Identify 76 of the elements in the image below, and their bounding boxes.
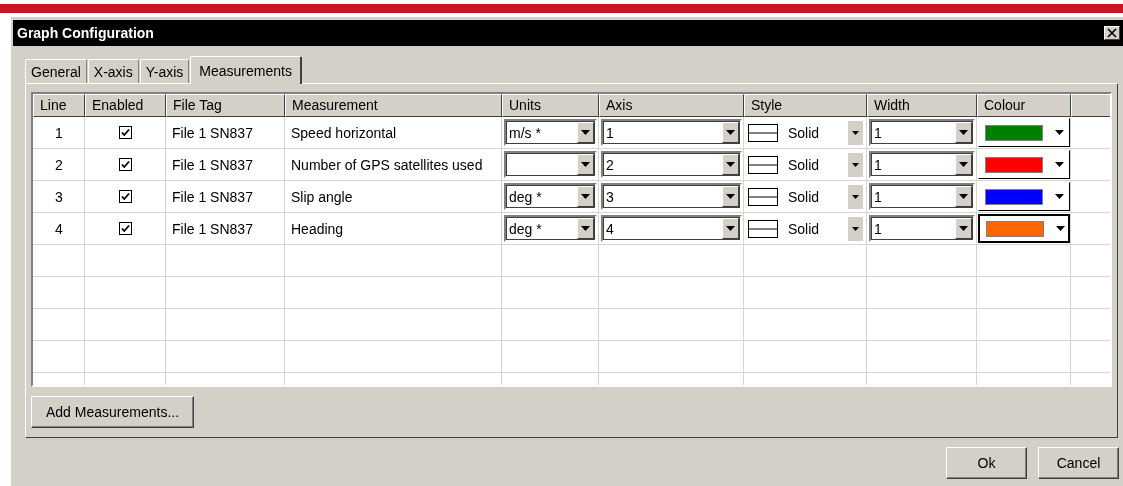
column-header[interactable]: Enabled [85, 94, 166, 117]
dialog-button[interactable]: Ok [946, 447, 1027, 479]
tab[interactable]: General [25, 59, 87, 83]
dropdown-arrow-icon [852, 162, 859, 167]
units-dropdown[interactable]: deg * [504, 183, 597, 210]
close-button[interactable] [1104, 26, 1120, 40]
style-dropdown[interactable]: Solid [748, 183, 863, 210]
dropdown-arrow-icon [1055, 130, 1064, 135]
tab[interactable]: Measurements [190, 56, 302, 84]
column-header[interactable]: Style [744, 94, 867, 117]
column-header[interactable]: Line [33, 94, 85, 117]
style-dropdown[interactable]: Solid [748, 215, 863, 242]
column-header[interactable]: Width [867, 94, 977, 117]
dropdown-arrow-icon [959, 194, 968, 199]
column-header[interactable]: Units [502, 94, 599, 117]
table-cell: Speed horizontal [291, 124, 397, 141]
colour-dropdown[interactable] [978, 214, 1070, 243]
width-dropdown[interactable]: 1 [869, 215, 975, 242]
dropdown-arrow-icon [581, 194, 590, 199]
table-cell: File 1 SN837 [172, 220, 253, 237]
width-dropdown[interactable]: 1 [869, 119, 975, 146]
axis-dropdown[interactable]: 2 [601, 151, 742, 178]
table-cell: 3 [55, 188, 63, 205]
style-dropdown[interactable]: Solid [748, 151, 863, 178]
width-dropdown[interactable]: 1 [869, 151, 975, 178]
dropdown-arrow-icon [726, 162, 735, 167]
dropdown-arrow-icon [959, 130, 968, 135]
dialog-button[interactable]: Cancel [1038, 447, 1119, 479]
window-title: Graph Configuration [17, 25, 154, 41]
line-style-icon [748, 155, 778, 174]
column-header[interactable]: File Tag [166, 94, 285, 117]
checkbox[interactable] [119, 222, 132, 235]
tab[interactable]: X-axis [87, 59, 139, 83]
close-icon [1107, 28, 1117, 38]
dropdown-arrow-icon [1056, 226, 1065, 231]
dropdown-arrow-icon [581, 130, 590, 135]
add-measurements-button[interactable]: Add Measurements... [31, 396, 195, 428]
line-style-icon [748, 123, 778, 142]
units-dropdown[interactable]: deg * [504, 215, 597, 242]
checkbox[interactable] [119, 126, 132, 139]
style-dropdown[interactable]: Solid [748, 119, 863, 146]
table-cell: Heading [291, 220, 344, 237]
checkbox[interactable] [119, 158, 132, 171]
dropdown-arrow-icon [726, 226, 735, 231]
tab[interactable]: Y-axis [139, 59, 190, 83]
table-cell: 2 [55, 156, 63, 173]
units-dropdown[interactable]: m/s * [504, 119, 597, 146]
table-cell: 1 [55, 124, 63, 141]
dropdown-arrow-icon [959, 162, 968, 167]
checkbox[interactable] [119, 190, 132, 203]
column-header[interactable]: Measurement [285, 94, 502, 117]
axis-dropdown[interactable]: 1 [601, 119, 742, 146]
dropdown-arrow-icon [852, 194, 859, 199]
width-dropdown[interactable]: 1 [869, 183, 975, 210]
dropdown-arrow-icon [726, 130, 735, 135]
table-cell: Slip angle [291, 188, 353, 205]
dropdown-arrow-icon [726, 194, 735, 199]
dropdown-arrow-icon [1055, 194, 1064, 199]
column-header[interactable]: Axis [599, 94, 744, 117]
column-header[interactable]: Colour [977, 94, 1071, 117]
table-cell: File 1 SN837 [172, 124, 253, 141]
axis-dropdown[interactable]: 4 [601, 215, 742, 242]
units-dropdown[interactable] [504, 151, 597, 178]
dropdown-arrow-icon [581, 162, 590, 167]
table-cell: File 1 SN837 [172, 156, 253, 173]
table-cell: Number of GPS satellites used [291, 156, 483, 173]
dropdown-arrow-icon [1055, 162, 1064, 167]
dropdown-arrow-icon [581, 226, 590, 231]
dropdown-arrow-icon [852, 226, 859, 231]
dropdown-arrow-icon [852, 130, 859, 135]
table-cell: 4 [55, 220, 63, 237]
axis-dropdown[interactable]: 3 [601, 183, 742, 210]
line-style-icon [748, 187, 778, 206]
dropdown-arrow-icon [959, 226, 968, 231]
line-style-icon [748, 219, 778, 238]
table-cell: File 1 SN837 [172, 188, 253, 205]
